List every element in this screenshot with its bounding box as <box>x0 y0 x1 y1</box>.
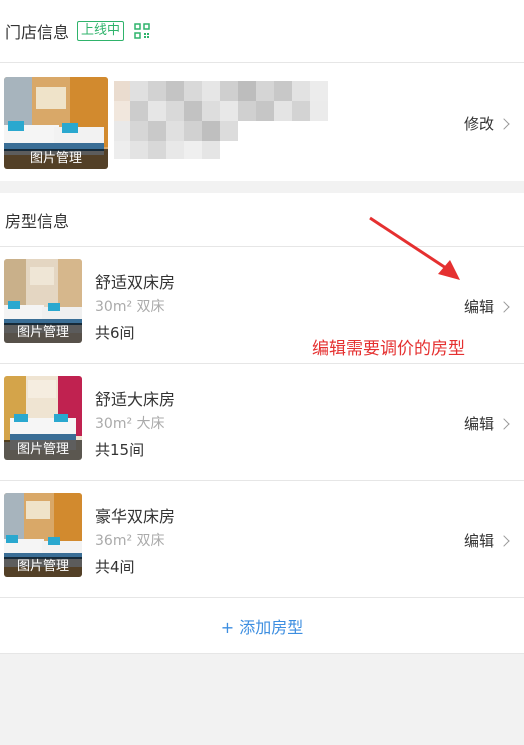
add-room-type-label: + 添加房型 <box>220 617 304 637</box>
section-divider <box>0 181 524 193</box>
room-count: 共6间 <box>95 324 135 342</box>
photo-manage-label: 图片管理 <box>4 557 82 577</box>
store-info-header: 门店信息 上线中 <box>0 0 524 63</box>
edit-room-button-3[interactable]: 编辑 <box>463 530 510 551</box>
qr-code-icon[interactable] <box>134 23 150 39</box>
edit-label: 编辑 <box>463 415 494 433</box>
photo-manage-label: 图片管理 <box>4 440 82 460</box>
room-spec: 30m² 双床 <box>95 299 165 315</box>
room-photo-3[interactable]: 图片管理 <box>4 493 82 577</box>
room-photo-1[interactable]: 图片管理 <box>4 259 82 343</box>
edit-label: 编辑 <box>463 298 494 316</box>
room-spec: 36m² 双床 <box>95 533 165 549</box>
room-count: 共4间 <box>95 558 135 576</box>
red-annotation-arrow-icon <box>369 216 460 280</box>
chevron-right-icon <box>498 301 510 313</box>
photo-manage-label: 图片管理 <box>4 323 82 343</box>
edit-room-button-1[interactable]: 编辑 <box>463 296 510 317</box>
room-types-title: 房型信息 <box>5 211 70 231</box>
edit-room-button-2[interactable]: 编辑 <box>463 413 510 434</box>
room-name: 豪华双床房 <box>95 507 176 526</box>
online-status-badge: 上线中 <box>77 21 125 41</box>
room-count: 共15间 <box>95 441 145 459</box>
chevron-right-icon <box>498 535 510 547</box>
room-name: 舒适双床房 <box>95 273 176 292</box>
room-spec: 30m² 大床 <box>95 416 165 432</box>
annotation-text: 编辑需要调价的房型 <box>312 339 465 359</box>
store-photo[interactable]: 图片管理 <box>4 77 108 169</box>
store-info-row: 图片管理 修改 <box>0 63 524 181</box>
chevron-right-icon <box>498 418 510 430</box>
photo-manage-label: 图片管理 <box>4 149 108 169</box>
chevron-right-icon <box>498 118 510 130</box>
modify-store-button[interactable]: 修改 <box>463 113 510 134</box>
modify-label: 修改 <box>463 115 494 133</box>
add-room-type-button[interactable]: + 添加房型 <box>0 598 524 654</box>
room-photo-2[interactable]: 图片管理 <box>4 376 82 460</box>
edit-label: 编辑 <box>463 532 494 550</box>
store-info-title: 门店信息 <box>5 23 70 42</box>
room-item-2: 图片管理 舒适大床房 30m² 大床 共15间 编辑 <box>0 364 524 481</box>
room-item-3: 图片管理 豪华双床房 36m² 双床 共4间 编辑 <box>0 481 524 598</box>
room-name: 舒适大床房 <box>95 390 176 409</box>
blurred-store-name <box>114 81 328 159</box>
